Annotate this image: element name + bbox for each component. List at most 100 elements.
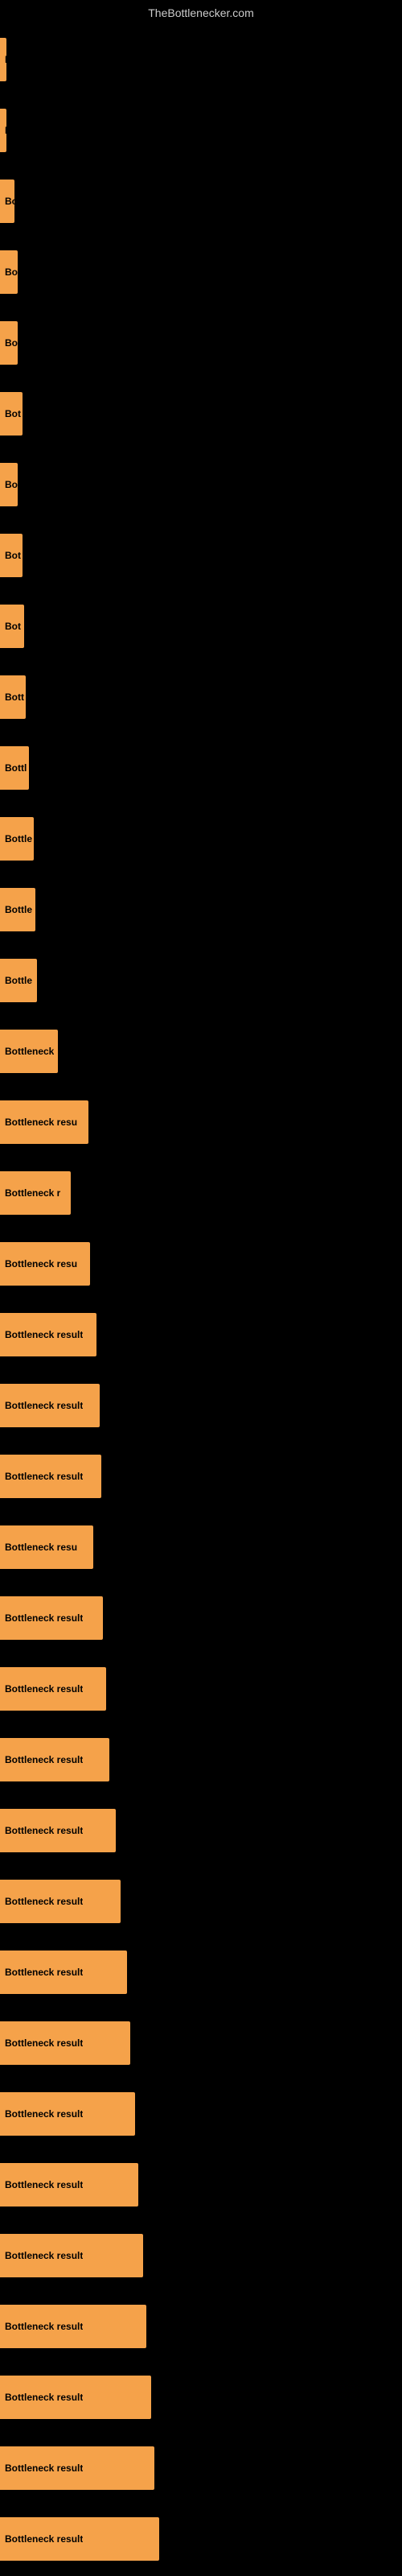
bar-row: Bo — [0, 237, 402, 308]
bar-row: Bottleneck result — [0, 1937, 402, 2008]
bar-34: Bottleneck result — [0, 2446, 154, 2490]
bar-label-2: Bo — [5, 196, 14, 207]
bar-label-25: Bottleneck result — [5, 1825, 83, 1836]
bar-1: B — [0, 109, 6, 152]
bar-label-26: Bottleneck result — [5, 1896, 83, 1907]
bar-row: Bottleneck result — [0, 2149, 402, 2220]
bar-label-7: Bot — [5, 550, 21, 561]
bar-row: Bottleneck result — [0, 1370, 402, 1441]
bar-row: Bott — [0, 662, 402, 733]
bar-16: Bottleneck r — [0, 1171, 71, 1215]
bar-label-30: Bottleneck result — [5, 2179, 83, 2190]
bar-22: Bottleneck result — [0, 1596, 103, 1640]
bar-row: Bottleneck — [0, 1016, 402, 1087]
bar-row: Bottleneck result — [0, 2504, 402, 2574]
bar-3: Bo — [0, 250, 18, 294]
bar-row: Bot — [0, 520, 402, 591]
bar-27: Bottleneck result — [0, 1951, 127, 1994]
bar-row: Bottleneck result — [0, 1724, 402, 1795]
bar-label-34: Bottleneck result — [5, 2462, 83, 2474]
bar-9: Bott — [0, 675, 26, 719]
bar-row: Bottle — [0, 874, 402, 945]
bar-row: Bottle — [0, 945, 402, 1016]
bar-label-18: Bottleneck result — [5, 1329, 83, 1340]
bar-label-35: Bottleneck result — [5, 2533, 83, 2545]
bar-15: Bottleneck resu — [0, 1100, 88, 1144]
bar-label-33: Bottleneck result — [5, 2392, 83, 2403]
bar-20: Bottleneck result — [0, 1455, 101, 1498]
bar-18: Bottleneck result — [0, 1313, 96, 1356]
bar-32: Bottleneck result — [0, 2305, 146, 2348]
bar-5: Bot — [0, 392, 23, 436]
bar-14: Bottleneck — [0, 1030, 58, 1073]
bar-33: Bottleneck result — [0, 2376, 151, 2419]
bars-container: B B Bo Bo Bo Bot Bo Bot Bot Bott Bottl Bottle Bottle… — [0, 24, 402, 2574]
bar-row: Bottleneck result — [0, 1795, 402, 1866]
bar-label-17: Bottleneck resu — [5, 1258, 77, 1269]
bar-label-16: Bottleneck r — [5, 1187, 60, 1199]
bar-29: Bottleneck result — [0, 2092, 135, 2136]
bar-4: Bo — [0, 321, 18, 365]
bar-30: Bottleneck result — [0, 2163, 138, 2207]
bar-13: Bottle — [0, 959, 37, 1002]
bar-label-12: Bottle — [5, 904, 32, 915]
bar-label-29: Bottleneck result — [5, 2108, 83, 2120]
bar-label-27: Bottleneck result — [5, 1967, 83, 1978]
bar-label-14: Bottleneck — [5, 1046, 54, 1057]
bar-row: Bottleneck resu — [0, 1228, 402, 1299]
bar-label-15: Bottleneck resu — [5, 1117, 77, 1128]
bar-label-3: Bo — [5, 266, 18, 278]
bar-17: Bottleneck resu — [0, 1242, 90, 1286]
bar-35: Bottleneck result — [0, 2517, 159, 2561]
bar-21: Bottleneck resu — [0, 1525, 93, 1569]
bar-row: Bot — [0, 378, 402, 449]
bar-row: Bo — [0, 308, 402, 378]
bar-label-23: Bottleneck result — [5, 1683, 83, 1695]
bar-label-9: Bott — [5, 691, 24, 703]
bar-row: Bottleneck result — [0, 1653, 402, 1724]
bar-row: B — [0, 24, 402, 95]
bar-label-4: Bo — [5, 337, 18, 349]
bar-19: Bottleneck result — [0, 1384, 100, 1427]
bar-row: Bottleneck result — [0, 2433, 402, 2504]
bar-row: Bo — [0, 449, 402, 520]
bar-10: Bottl — [0, 746, 29, 790]
bar-label-31: Bottleneck result — [5, 2250, 83, 2261]
bar-28: Bottleneck result — [0, 2021, 130, 2065]
bar-row: Bottleneck resu — [0, 1087, 402, 1158]
bar-8: Bot — [0, 605, 24, 648]
bar-label-0: B — [5, 54, 6, 65]
bar-row: Bottleneck result — [0, 1441, 402, 1512]
bar-row: Bottleneck result — [0, 2291, 402, 2362]
bar-row: Bottleneck resu — [0, 1512, 402, 1583]
bar-label-6: Bo — [5, 479, 18, 490]
bar-0: B — [0, 38, 6, 81]
bar-label-24: Bottleneck result — [5, 1754, 83, 1765]
bar-row: Bottleneck result — [0, 2362, 402, 2433]
bar-row: Bottleneck result — [0, 1583, 402, 1653]
bar-row: Bottleneck result — [0, 1866, 402, 1937]
bar-24: Bottleneck result — [0, 1738, 109, 1781]
bar-2: Bo — [0, 180, 14, 223]
bar-row: Bottleneck r — [0, 1158, 402, 1228]
bar-26: Bottleneck result — [0, 1880, 121, 1923]
bar-7: Bot — [0, 534, 23, 577]
bar-label-1: B — [5, 125, 6, 136]
bar-label-11: Bottle — [5, 833, 32, 844]
bar-row: Bottleneck result — [0, 2079, 402, 2149]
bar-row: Bot — [0, 591, 402, 662]
site-title: TheBottlenecker.com — [0, 0, 402, 23]
bar-25: Bottleneck result — [0, 1809, 116, 1852]
bar-label-22: Bottleneck result — [5, 1612, 83, 1624]
bar-label-32: Bottleneck result — [5, 2321, 83, 2332]
bar-label-21: Bottleneck resu — [5, 1542, 77, 1553]
bar-label-19: Bottleneck result — [5, 1400, 83, 1411]
bar-12: Bottle — [0, 888, 35, 931]
bar-row: Bottleneck result — [0, 2220, 402, 2291]
bar-row: Bottleneck result — [0, 2008, 402, 2079]
bar-label-13: Bottle — [5, 975, 32, 986]
bar-label-20: Bottleneck result — [5, 1471, 83, 1482]
bar-row: B — [0, 95, 402, 166]
bar-6: Bo — [0, 463, 18, 506]
bar-row: Bottleneck result — [0, 1299, 402, 1370]
